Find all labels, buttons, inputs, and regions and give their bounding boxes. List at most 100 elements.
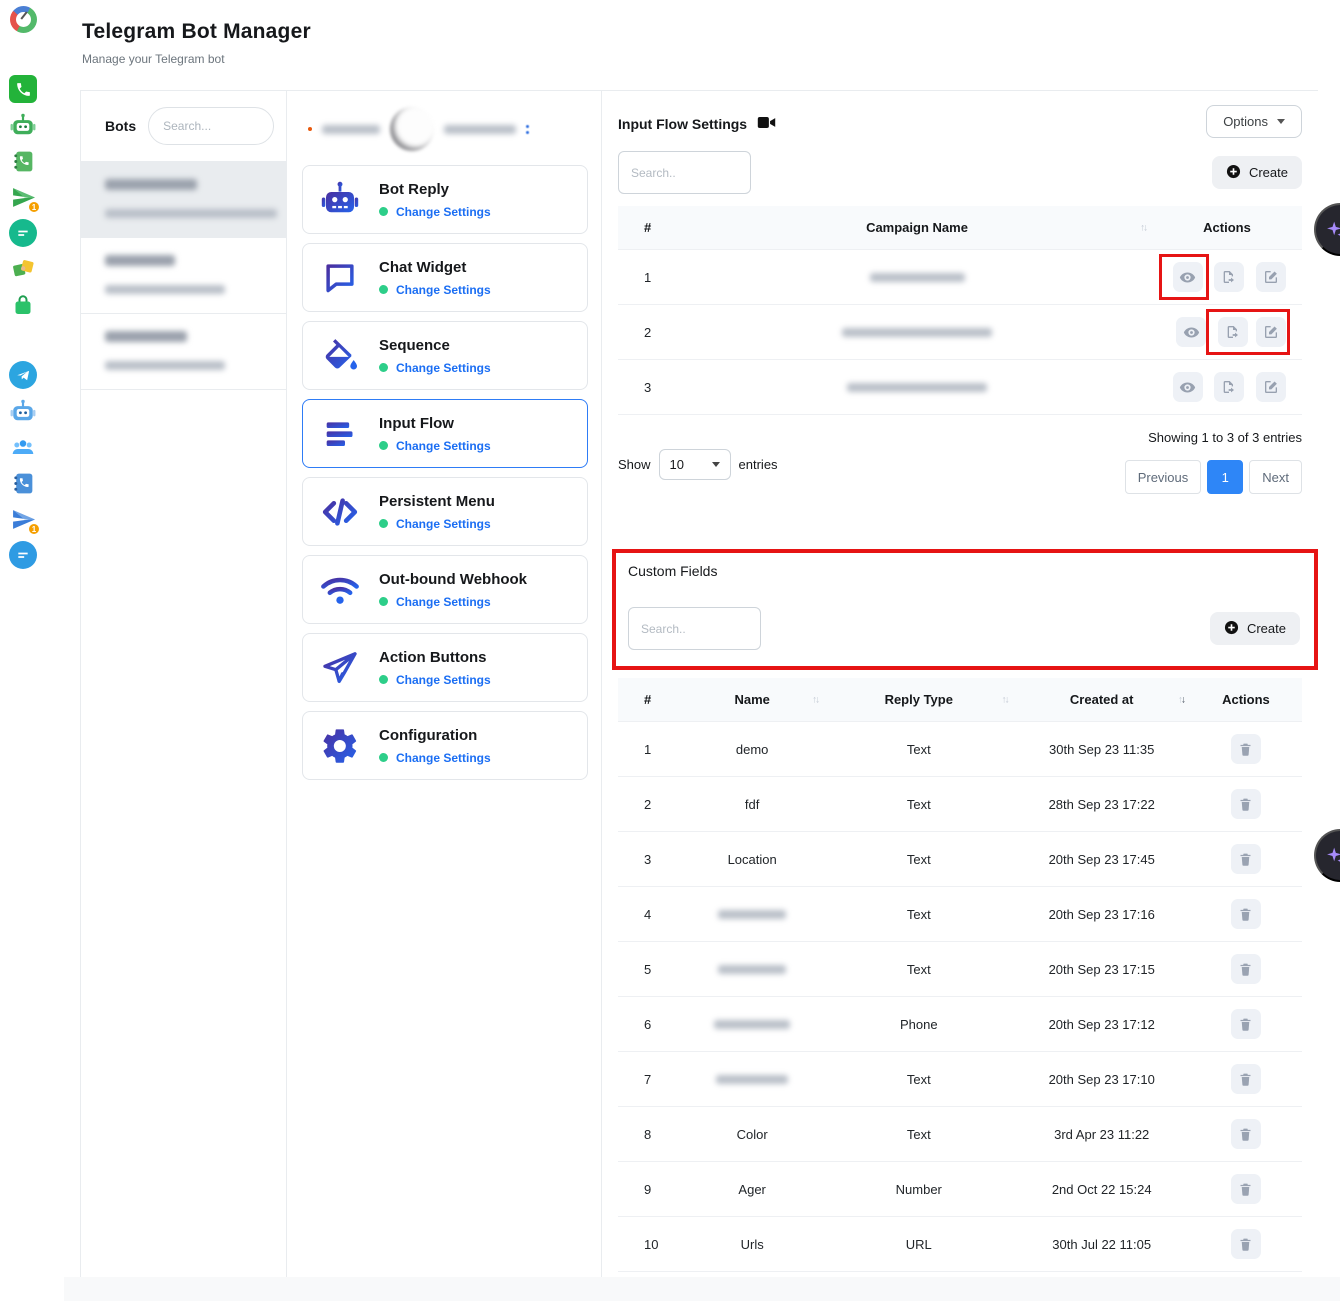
export-button[interactable] [1214,262,1244,292]
custom-fields-search-input[interactable] [628,607,761,650]
previous-page-button[interactable]: Previous [1125,460,1202,494]
flow-create-button[interactable]: Create [1212,156,1302,189]
telegram-icon[interactable] [9,361,37,389]
dashboard-logo-icon[interactable] [9,5,37,33]
sort-icon: ↑↓ [1140,222,1146,233]
broadcast-blue-icon[interactable]: 1 [9,505,37,533]
field-created-at: 20th Sep 23 17:16 [1014,887,1190,942]
page-1-button[interactable]: 1 [1207,460,1243,494]
bots-search-input[interactable] [148,107,274,145]
whatsapp-icon[interactable] [9,75,37,103]
status-dot [379,519,388,528]
video-tutorial-icon[interactable] [757,115,776,133]
edit-button[interactable] [1256,372,1286,402]
main-area: Telegram Bot Manager Manage your Telegra… [64,0,1340,1301]
field-num: 8 [618,1107,680,1162]
change-settings-link[interactable]: Change Settings [396,283,491,297]
field-name: Ager [680,1162,824,1217]
card-bot-reply[interactable]: Bot Reply Change Settings [302,165,588,234]
card-title: Sequence [379,337,491,354]
create-label: Create [1247,621,1286,636]
field-num: 7 [618,1052,680,1107]
bots-panel: Bots [80,91,287,1277]
edit-button[interactable] [1256,317,1286,347]
card-title: Out-bound Webhook [379,571,527,588]
field-created-at: 20th Sep 23 17:12 [1014,997,1190,1052]
field-num: 3 [618,832,680,887]
custom-field-row: 5 Text 20th Sep 23 17:15 [618,942,1302,997]
notification-badge: 1 [28,201,40,213]
export-button[interactable] [1214,372,1244,402]
change-settings-link[interactable]: Change Settings [396,205,491,219]
col-header-name[interactable]: Name ↑↓ [680,678,824,722]
bot-list-item[interactable] [81,161,286,238]
flow-search-input[interactable] [618,151,751,194]
change-settings-link[interactable]: Change Settings [396,517,491,531]
delete-button[interactable] [1231,789,1261,819]
app-icon-rail: 1 1 [0,0,46,1301]
col-header-reply-type[interactable]: Reply Type ↑↓ [824,678,1014,722]
delete-button[interactable] [1231,734,1261,764]
chat-blue-icon[interactable] [9,541,37,569]
delete-button[interactable] [1231,1009,1261,1039]
audience-blue-icon[interactable] [9,433,37,461]
card-action-buttons[interactable]: Action Buttons Change Settings [302,633,588,702]
page-size-select[interactable]: 10 [659,449,731,480]
bot-list-item[interactable] [81,238,286,314]
custom-fields-create-button[interactable]: Create [1210,612,1300,645]
delete-button[interactable] [1231,899,1261,929]
view-button[interactable] [1173,372,1203,402]
change-settings-link[interactable]: Change Settings [396,595,491,609]
col-header-num: # [618,678,680,722]
card-persistent-menu[interactable]: Persistent Menu Change Settings [302,477,588,546]
delete-button[interactable] [1231,1119,1261,1149]
paint-bucket-icon [317,336,363,376]
field-num: 1 [618,722,680,777]
options-button[interactable]: Options [1206,105,1302,138]
delete-button[interactable] [1231,1229,1261,1259]
page-title: Telegram Bot Manager [82,20,1322,44]
bot-green-icon[interactable] [9,111,37,139]
delete-button[interactable] [1231,954,1261,984]
shop-icon[interactable] [9,291,37,319]
delete-button[interactable] [1231,844,1261,874]
selected-bot-header [302,105,588,153]
sort-icon: ↑↓ [1002,694,1008,705]
card-outbound-webhook[interactable]: Out-bound Webhook Change Settings [302,555,588,624]
integrations-icon[interactable] [9,255,37,283]
campaign-name-cell [682,250,1152,305]
card-sequence[interactable]: Sequence Change Settings [302,321,588,390]
card-input-flow[interactable]: Input Flow Change Settings [302,399,588,468]
change-settings-link[interactable]: Change Settings [396,361,491,375]
change-settings-link[interactable]: Change Settings [396,673,491,687]
flow-pagination: Previous 1 Next [1125,460,1302,494]
col-header-created-at[interactable]: Created at ↑↓ [1014,678,1190,722]
col-header-campaign-name[interactable]: Campaign Name ↑↓ [682,206,1152,250]
contacts-green-icon[interactable] [9,147,37,175]
change-settings-link[interactable]: Change Settings [396,751,491,765]
change-settings-link[interactable]: Change Settings [396,439,491,453]
edit-button[interactable] [1256,262,1286,292]
custom-field-row: 1 demo Text 30th Sep 23 11:35 [618,722,1302,777]
field-name: Color [680,1107,824,1162]
field-name: Location [680,832,824,887]
page-subtitle: Manage your Telegram bot [82,52,1322,66]
field-name: fdf [680,777,824,832]
delete-button[interactable] [1231,1064,1261,1094]
broadcast-green-icon[interactable]: 1 [9,183,37,211]
delete-button[interactable] [1231,1174,1261,1204]
field-num: 6 [618,997,680,1052]
contacts-blue-icon[interactable] [9,469,37,497]
card-chat-widget[interactable]: Chat Widget Change Settings [302,243,588,312]
custom-field-row: 7 Text 20th Sep 23 17:10 [618,1052,1302,1107]
view-button[interactable] [1173,262,1203,292]
bot-blue-icon[interactable] [9,397,37,425]
view-button[interactable] [1176,317,1206,347]
card-configuration[interactable]: Configuration Change Settings [302,711,588,780]
bot-list-item[interactable] [81,314,286,390]
next-page-button[interactable]: Next [1249,460,1302,494]
chat-green-icon[interactable] [9,219,37,247]
export-button[interactable] [1218,317,1248,347]
field-num: 5 [618,942,680,997]
custom-field-row: 4 Text 20th Sep 23 17:16 [618,887,1302,942]
